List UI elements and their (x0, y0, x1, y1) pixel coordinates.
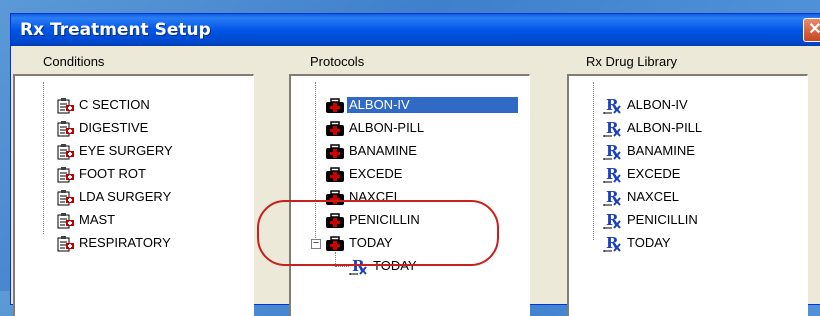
rx-prescription-icon (603, 189, 623, 206)
condition-item-eye-surgery[interactable]: EYE SURGERY (55, 142, 175, 160)
medical-bag-icon (325, 166, 345, 183)
drug-library-tree[interactable]: ALBON-IV ALBON-PILL BANAMINE EXCEDE NAXC… (567, 74, 808, 316)
close-button[interactable]: ✕ (803, 18, 820, 42)
condition-clipboard-icon (55, 120, 75, 137)
rx-prescription-icon (603, 235, 623, 252)
protocol-item-banamine[interactable]: BANAMINE (325, 142, 419, 160)
protocols-tree[interactable]: ALBON-IV ALBON-PILL BANAMINE EXCEDE NAXC… (289, 74, 530, 316)
condition-item-digestive[interactable]: DIGESTIVE (55, 119, 150, 137)
condition-item-foot-rot[interactable]: FOOT ROT (55, 165, 148, 183)
conditions-tree[interactable]: C SECTION DIGESTIVE EYE SURGERY FOOT ROT… (13, 74, 254, 316)
condition-clipboard-icon (55, 189, 75, 206)
conditions-label: Conditions (43, 54, 105, 69)
condition-item-respiratory[interactable]: RESPIRATORY (55, 234, 173, 252)
protocol-item-albon-pill[interactable]: ALBON-PILL (325, 119, 426, 137)
drug-item-banamine[interactable]: BANAMINE (603, 142, 697, 160)
condition-clipboard-icon (55, 235, 75, 252)
rx-prescription-icon (603, 143, 623, 160)
drug-library-label: Rx Drug Library (586, 54, 678, 69)
condition-clipboard-icon (55, 97, 75, 114)
medical-bag-icon (325, 120, 345, 137)
drug-item-excede[interactable]: EXCEDE (603, 165, 682, 183)
drug-item-naxcel[interactable]: NAXCEL (603, 188, 681, 206)
title-bar[interactable]: Rx Treatment Setup ✕ (11, 14, 820, 46)
rx-prescription-icon (603, 97, 623, 114)
drug-item-today[interactable]: TODAY (603, 234, 673, 252)
rx-prescription-icon (603, 120, 623, 137)
condition-clipboard-icon (55, 143, 75, 160)
annotation-highlight-ring (257, 200, 499, 266)
medical-bag-icon (325, 143, 345, 160)
condition-item-lda-surgery[interactable]: LDA SURGERY (55, 188, 173, 206)
rx-prescription-icon (603, 212, 623, 229)
condition-clipboard-icon (55, 212, 75, 229)
condition-item-c-section[interactable]: C SECTION (55, 96, 152, 114)
protocol-item-albon-iv[interactable]: ALBON-IV (325, 96, 518, 114)
protocols-label: Protocols (310, 54, 365, 69)
condition-clipboard-icon (55, 166, 75, 183)
rx-prescription-icon (603, 166, 623, 183)
drug-item-albon-iv[interactable]: ALBON-IV (603, 96, 690, 114)
drug-item-penicillin[interactable]: PENICILLIN (603, 211, 700, 229)
condition-item-mast[interactable]: MAST (55, 211, 117, 229)
protocol-item-excede[interactable]: EXCEDE (325, 165, 404, 183)
window-title: Rx Treatment Setup (20, 20, 211, 40)
close-icon: ✕ (808, 21, 820, 38)
medical-bag-icon (325, 97, 345, 114)
drug-item-albon-pill[interactable]: ALBON-PILL (603, 119, 704, 137)
